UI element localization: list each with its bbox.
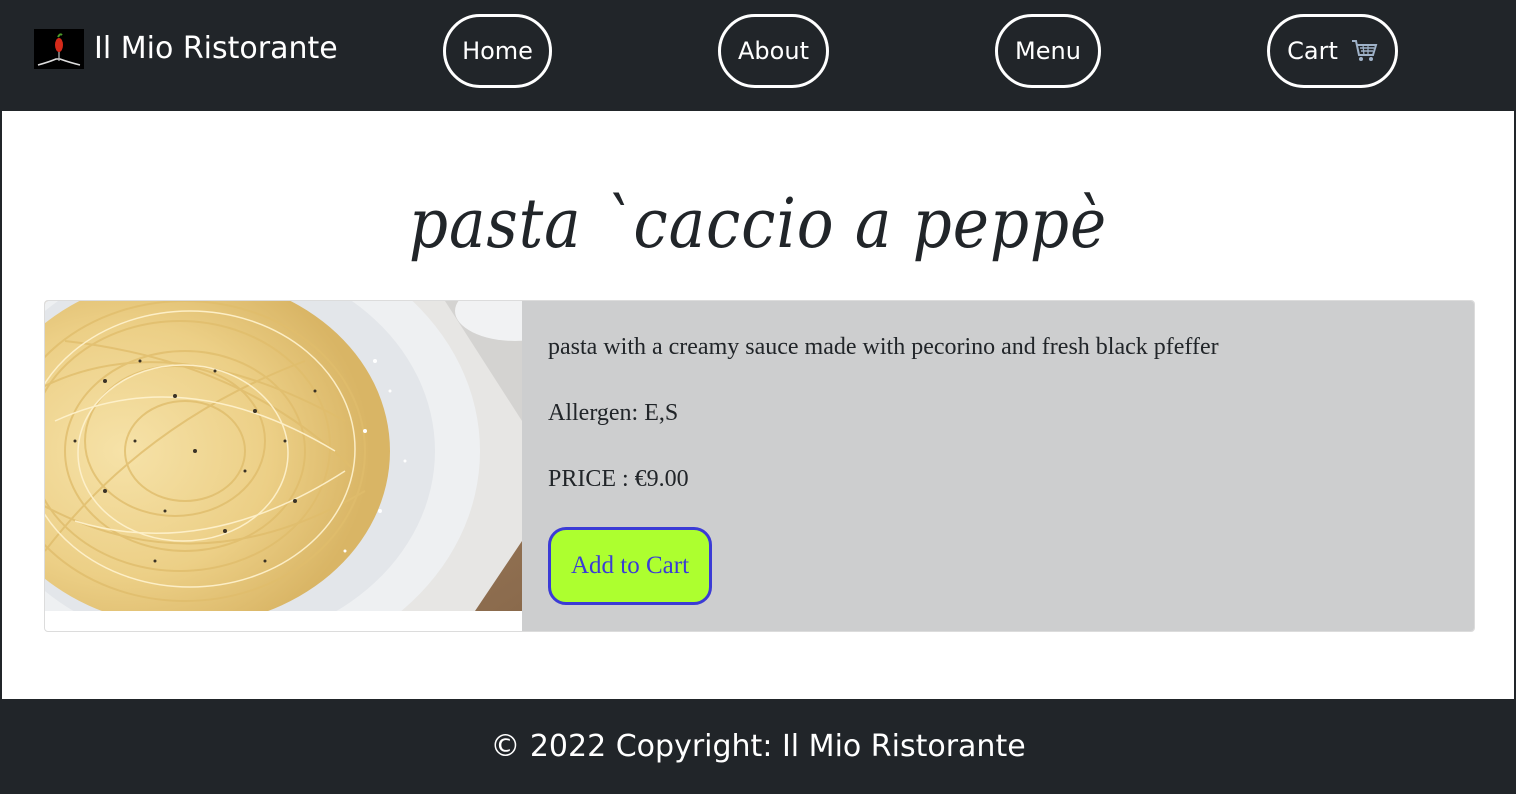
- dish-info-panel: pasta with a creamy sauce made with peco…: [522, 301, 1474, 631]
- dish-price: PRICE : €9.00: [548, 466, 689, 492]
- main-content: pasta `caccio a peppè pasta with a cream…: [0, 111, 1516, 699]
- nav-about-button[interactable]: About: [718, 14, 829, 88]
- add-to-cart-button[interactable]: Add to Cart: [548, 527, 712, 605]
- nav-home-button[interactable]: Home: [443, 14, 552, 88]
- footer: © 2022 Copyright: Il Mio Ristorante: [0, 699, 1516, 794]
- nav-menu-button[interactable]: Menu: [995, 14, 1101, 88]
- brand-name: Il Mio Ristorante: [94, 31, 338, 66]
- dish-description: pasta with a creamy sauce made with peco…: [548, 334, 1219, 360]
- navbar: Il Mio Ristorante Home About Menu Cart: [0, 0, 1516, 111]
- nav-cart-label: Cart: [1287, 37, 1338, 65]
- dish-allergen: Allergen: E,S: [548, 400, 679, 426]
- dish-photo: [45, 301, 522, 611]
- nav-home-label: Home: [462, 37, 533, 65]
- nav-about-label: About: [738, 37, 809, 65]
- dish-title: pasta `caccio a peppè: [408, 185, 1108, 264]
- restaurant-logo-icon: [34, 29, 84, 69]
- cart-icon: [1350, 38, 1378, 64]
- footer-copyright: © 2022 Copyright: Il Mio Ristorante: [490, 729, 1026, 764]
- nav-cart-button[interactable]: Cart: [1267, 14, 1398, 88]
- nav-menu-label: Menu: [1015, 37, 1081, 65]
- dish-card: pasta with a creamy sauce made with peco…: [44, 300, 1475, 632]
- brand-link[interactable]: Il Mio Ristorante: [34, 28, 338, 70]
